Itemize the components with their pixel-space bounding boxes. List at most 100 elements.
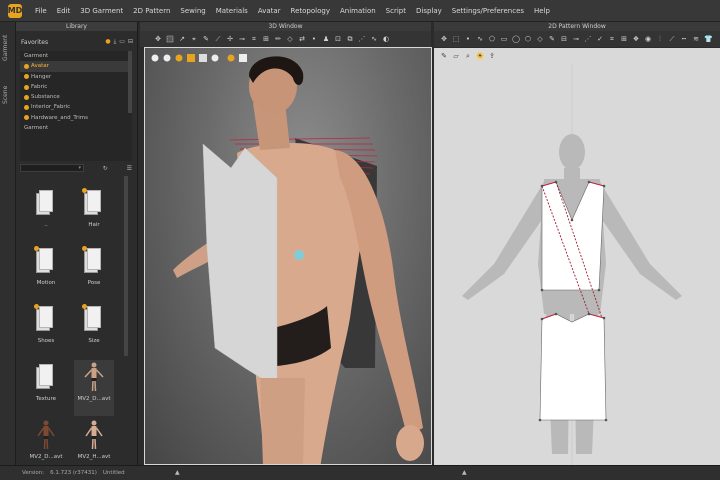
display-toggle-icon[interactable]: ◐ xyxy=(382,35,390,43)
tree-item-substance[interactable]: Substance xyxy=(20,92,132,102)
free-sewing-icon[interactable]: ⋰ xyxy=(584,35,592,43)
expand-2d-icon[interactable]: ▲ xyxy=(462,469,467,476)
grid-scrollbar[interactable] xyxy=(124,176,128,356)
ruler-icon[interactable]: ⌗ xyxy=(608,35,616,43)
internal-polygon-icon[interactable]: ⬡ xyxy=(524,35,532,43)
menu-file[interactable]: File xyxy=(30,7,52,15)
select-mesh-icon[interactable]: ⬚ xyxy=(166,35,174,43)
tab-scene[interactable]: Scene xyxy=(2,80,14,110)
arrange-icon[interactable]: ⇄ xyxy=(298,35,306,43)
library-path-field[interactable]: ▾ xyxy=(20,164,84,172)
fold-icon[interactable]: ⟋ xyxy=(214,35,222,43)
tree-item-garment[interactable]: Garment xyxy=(20,51,132,61)
graphic-icon[interactable]: ❖ xyxy=(632,35,640,43)
refresh-icon[interactable]: ↻ xyxy=(103,165,108,172)
stitch-icon[interactable]: ⋰ xyxy=(358,35,366,43)
expand-3d-icon[interactable]: ▲ xyxy=(175,469,180,476)
tab-garment[interactable]: Garment xyxy=(2,28,14,68)
edit-point-icon[interactable]: • xyxy=(464,35,472,43)
tree-item-fabric[interactable]: Fabric xyxy=(20,82,132,92)
tshirt-icon[interactable]: 👕 xyxy=(704,35,713,43)
library-item-shoes[interactable]: Shoes xyxy=(26,302,66,358)
view-options-icon[interactable] xyxy=(151,54,248,62)
zipper-icon[interactable]: ⫶ xyxy=(656,35,664,43)
rectangle-icon[interactable]: ▭ xyxy=(500,35,508,43)
snap-icon[interactable]: ◇ xyxy=(286,35,294,43)
download-icon[interactable]: ⤓ xyxy=(114,38,117,46)
tree-item-garment-2[interactable]: Garment xyxy=(20,123,132,133)
delete-icon[interactable]: ▭ xyxy=(119,38,125,46)
avatar-mode-icon[interactable]: ♟ xyxy=(322,35,330,43)
tack-icon[interactable]: ✢ xyxy=(226,35,234,43)
menu-materials[interactable]: Materials xyxy=(211,7,253,15)
library-item-pose[interactable]: Pose xyxy=(74,244,114,300)
app-logo[interactable]: MD xyxy=(8,3,22,18)
export-icon[interactable]: ⇪ xyxy=(488,52,496,60)
grid-icon[interactable]: ⊡ xyxy=(334,35,342,43)
point-icon[interactable]: • xyxy=(310,35,318,43)
transform-pattern-icon[interactable]: ✥ xyxy=(440,35,448,43)
menu-2d-pattern[interactable]: 2D Pattern xyxy=(128,7,175,15)
menu-edit[interactable]: Edit xyxy=(52,7,76,15)
item-label: Pose xyxy=(87,280,101,286)
garment-front-panel[interactable] xyxy=(202,143,278,389)
pin-icon[interactable]: ⌖ xyxy=(190,35,198,43)
transform-icon[interactable]: ↗ xyxy=(178,35,186,43)
menu-sewing[interactable]: Sewing xyxy=(175,7,210,15)
brush-icon[interactable]: ✎ xyxy=(202,35,210,43)
menu-3d-garment[interactable]: 3D Garment xyxy=(75,7,128,15)
view-mode-icon[interactable]: ☰ xyxy=(127,165,132,172)
edit-curve-icon[interactable]: ∿ xyxy=(370,35,378,43)
library-item-size[interactable]: Size xyxy=(74,302,114,358)
select-move-icon[interactable]: ✥ xyxy=(154,35,162,43)
viewport-3d[interactable] xyxy=(144,47,432,465)
texture-edit-icon[interactable]: ⊞ xyxy=(620,35,628,43)
avatar-scene xyxy=(151,54,424,464)
menu-settings[interactable]: Settings/Preferences xyxy=(447,7,529,15)
tree-item-hardware[interactable]: Hardware_and_Trims xyxy=(20,113,132,123)
polygon-icon[interactable]: ⬠ xyxy=(488,35,496,43)
tree-item-interior-fabric[interactable]: Interior_Fabric xyxy=(20,102,132,112)
curve-point-icon[interactable]: ∿ xyxy=(476,35,484,43)
seam-icon[interactable]: ⊸ xyxy=(238,35,246,43)
favorite-dot-icon xyxy=(24,84,29,90)
sun-icon[interactable]: ☀ xyxy=(476,52,484,60)
tape-icon[interactable]: ⊞ xyxy=(262,35,270,43)
zoom-icon[interactable]: ⌕ xyxy=(464,52,472,60)
tree-scrollbar[interactable] xyxy=(128,51,132,113)
check-sewing-icon[interactable]: ✓ xyxy=(596,35,604,43)
menu-script[interactable]: Script xyxy=(381,7,411,15)
seam-allowance-icon[interactable]: ⊟ xyxy=(560,35,568,43)
trace-icon[interactable]: ✎ xyxy=(548,35,556,43)
tree-item-avatar[interactable]: Avatar xyxy=(20,61,132,72)
pencil-icon[interactable]: ✎ xyxy=(440,52,448,60)
shirring-icon[interactable]: ≋ xyxy=(692,35,700,43)
viewport-2d[interactable] xyxy=(434,64,720,465)
edit-pattern-icon[interactable]: ⬚ xyxy=(452,35,460,43)
remove-icon[interactable]: ⊟ xyxy=(128,38,133,46)
menu-avatar[interactable]: Avatar xyxy=(253,7,286,15)
library-item-hair[interactable]: Hair xyxy=(74,186,114,242)
pen-icon[interactable]: ✏ xyxy=(274,35,282,43)
dart-icon[interactable]: ◇ xyxy=(536,35,544,43)
layers-icon[interactable]: ⧉ xyxy=(346,35,354,43)
segment-sewing-icon[interactable]: ⊸ xyxy=(572,35,580,43)
library-item-avatar-1[interactable]: MV2_D...avt xyxy=(74,360,114,416)
measure-icon[interactable]: ⌗ xyxy=(250,35,258,43)
pattern-piece-back[interactable] xyxy=(539,313,607,421)
menu-display[interactable]: Display xyxy=(411,7,447,15)
menu-help[interactable]: Help xyxy=(529,7,555,15)
menu-retopology[interactable]: Retopology xyxy=(286,7,335,15)
library-search-bar: ▾ ↻ ☰ xyxy=(20,163,132,173)
library-item-motion[interactable]: Motion xyxy=(26,244,66,300)
circle-icon[interactable]: ◯ xyxy=(512,35,520,43)
eraser-icon[interactable]: ▱ xyxy=(452,52,460,60)
tree-item-hanger[interactable]: Hanger xyxy=(20,72,132,82)
add-favorite-icon[interactable]: ● xyxy=(105,38,110,46)
button-icon[interactable]: ◉ xyxy=(644,35,652,43)
topstitch-icon[interactable]: ┅ xyxy=(680,35,688,43)
fold-arrangement-icon[interactable]: ⟋ xyxy=(668,35,676,43)
menu-animation[interactable]: Animation xyxy=(335,7,381,15)
library-item-parent[interactable]: .. xyxy=(26,186,66,242)
library-item-texture[interactable]: Texture xyxy=(26,360,66,416)
